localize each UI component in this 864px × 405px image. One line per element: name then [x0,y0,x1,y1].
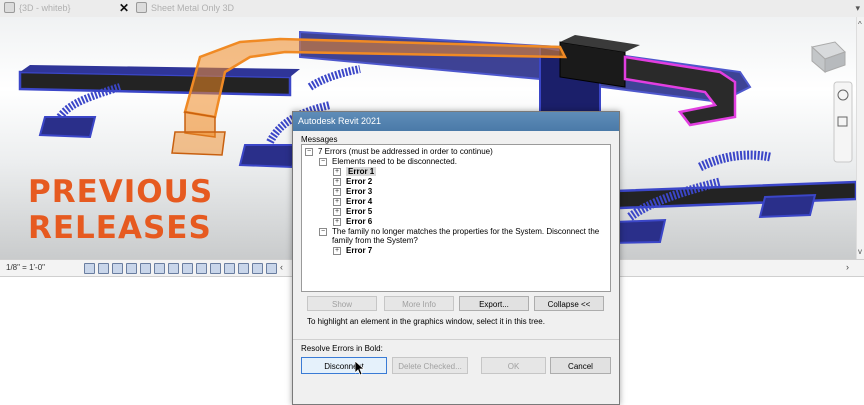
tree-item-error-6[interactable]: + Error 6 [333,217,372,226]
collapse-icon[interactable]: − [319,228,327,236]
reveal-constraints-icon[interactable] [266,263,277,274]
viewport-vertical-scrollbar[interactable]: ^ v [856,17,864,259]
tab-label: Sheet Metal Only 3D [151,2,235,13]
tree-root-errors[interactable]: − 7 Errors (must be addressed in order t… [305,147,493,156]
more-info-button[interactable]: More Info [384,296,454,311]
tree-root-label: 7 Errors (must be addressed in order to … [318,147,493,156]
tree-group-label-line-2: family from the System? [332,236,418,245]
shadows-icon[interactable] [126,263,137,274]
messages-tree[interactable]: − 7 Errors (must be addressed in order t… [301,144,611,292]
scroll-right-icon[interactable]: › [846,262,849,272]
export-button[interactable]: Export... [459,296,529,311]
tab-3d-whiteb[interactable]: {3D - whiteb} [4,2,71,13]
tab-overflow-icon[interactable]: ▾ [855,3,860,14]
view-tab-bar: {3D - whiteb} ✕ Sheet Metal Only 3D ▾ [0,0,864,18]
close-tab-icon[interactable]: ✕ [119,1,129,15]
expand-icon[interactable]: + [333,178,341,186]
tree-group-label-line-1: The family no longer matches the propert… [332,227,600,236]
view-scale[interactable]: 1/8" = 1'-0" [6,263,45,272]
scroll-up-icon[interactable]: ^ [858,20,862,29]
scroll-left-icon[interactable]: ‹ [280,262,283,272]
tab-sheet-metal-only-3d[interactable]: Sheet Metal Only 3D [136,2,234,13]
tree-group-label: Elements need to be disconnected. [332,157,457,166]
dialog-title: Autodesk Revit 2021 [293,112,619,131]
show-crop-region-icon[interactable] [168,263,179,274]
expand-icon[interactable]: + [333,188,341,196]
tree-item-label: Error 7 [346,246,373,255]
analytical-model-icon[interactable] [238,263,249,274]
tree-item-label: Error 4 [346,197,373,206]
temporary-view-properties-icon[interactable] [224,263,235,274]
delete-checked-button[interactable]: Delete Checked... [392,357,468,374]
tree-item-error-4[interactable]: + Error 4 [333,197,372,206]
reveal-hidden-icon[interactable] [210,263,221,274]
collapse-icon[interactable]: − [319,158,327,166]
view-3d-icon [136,2,147,13]
visual-style-icon[interactable] [98,263,109,274]
tree-group-system-mismatch[interactable]: − The family no longer matches the prope… [319,227,607,245]
expand-icon[interactable]: + [333,218,341,226]
scroll-down-icon[interactable]: v [858,247,862,256]
tree-item-label: Error 6 [346,217,373,226]
tree-item-error-1[interactable]: + Error 1 [333,167,377,176]
collapse-button[interactable]: Collapse << [534,296,604,311]
show-button[interactable]: Show [307,296,377,311]
tree-item-label: Error 2 [346,177,373,186]
expand-icon[interactable]: + [333,198,341,206]
tree-item-label: Error 5 [346,207,373,216]
tab-label: {3D - whiteb} [19,2,71,13]
promo-line-1: PREVIOUS [28,174,214,210]
expand-icon[interactable]: + [333,168,341,176]
temporary-hide-icon[interactable] [196,263,207,274]
error-dialog: Autodesk Revit 2021 Messages − 7 Errors … [292,111,620,405]
expand-icon[interactable]: + [333,247,341,255]
tree-item-error-5[interactable]: + Error 5 [333,207,372,216]
tree-item-label: Error 3 [346,187,373,196]
ok-button[interactable]: OK [481,357,546,374]
expand-icon[interactable]: + [333,208,341,216]
promo-line-2: RELEASES [28,210,212,246]
unlock-view-icon[interactable] [182,263,193,274]
sun-path-icon[interactable] [112,263,123,274]
tree-item-label: Error 1 [346,167,377,176]
render-icon[interactable] [140,263,151,274]
tree-group-disconnect[interactable]: − Elements need to be disconnected. [319,157,457,166]
dialog-divider [293,339,619,340]
tree-hint-text: To highlight an element in the graphics … [307,317,545,326]
view-3d-icon [4,2,15,13]
crop-view-icon[interactable] [154,263,165,274]
tree-item-error-7[interactable]: + Error 7 [333,246,372,255]
mouse-cursor-icon [355,361,365,376]
cancel-button[interactable]: Cancel [550,357,611,374]
collapse-icon[interactable]: − [305,148,313,156]
resolve-errors-label: Resolve Errors in Bold: [301,344,383,353]
tree-item-error-3[interactable]: + Error 3 [333,187,372,196]
tree-item-error-2[interactable]: + Error 2 [333,177,372,186]
detail-level-icon[interactable] [84,263,95,274]
messages-label: Messages [301,135,338,144]
highlight-displacement-icon[interactable] [252,263,263,274]
disconnect-button[interactable]: Disconnect [301,357,387,374]
